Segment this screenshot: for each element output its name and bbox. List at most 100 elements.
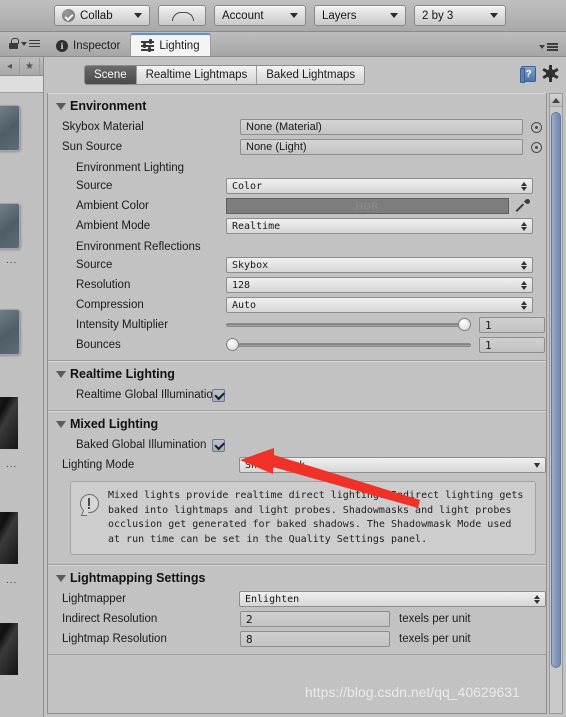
indirect-resolution-input[interactable]: 2 (240, 611, 390, 627)
info-exclamation-icon (80, 494, 99, 516)
slider-track (226, 323, 471, 327)
asset-thumbnail[interactable] (0, 105, 20, 151)
object-picker-icon[interactable] (531, 121, 542, 133)
chevron-down-icon (390, 13, 398, 18)
cloud-button[interactable] (158, 5, 206, 26)
bounces-slider[interactable] (226, 337, 471, 353)
object-picker-icon[interactable] (531, 141, 542, 153)
skybox-material-field[interactable]: None (Material) (240, 119, 523, 135)
panel-tab-strip: i Inspector Lighting (0, 32, 566, 57)
section-lightmapping-settings-title: Lightmapping Settings (70, 571, 206, 585)
slider-knob[interactable] (226, 338, 239, 351)
foldout-triangle-icon (56, 102, 66, 110)
row-skybox-material: Skybox Material None (Material) (48, 117, 546, 137)
section-mixed-lighting-title: Mixed Lighting (70, 417, 159, 431)
reflection-compression-label: Compression (76, 299, 144, 311)
collab-button[interactable]: Collab (54, 5, 150, 26)
unity-editor-window: Collab Account Layers 2 by 3 i Inspector… (0, 0, 566, 717)
eyedropper-icon[interactable] (516, 199, 530, 213)
main-toolbar: Collab Account Layers 2 by 3 (0, 0, 566, 32)
layout-label: 2 by 3 (422, 9, 454, 22)
row-indirect-resolution: Indirect Resolution 2 texels per unit (48, 609, 546, 629)
scrollbar-thumb[interactable] (551, 112, 561, 668)
section-mixed-lighting-header[interactable]: Mixed Lighting (48, 412, 546, 435)
help-icon[interactable]: ? (520, 66, 536, 83)
lightmapper-value: Enlighten (245, 593, 300, 605)
reflection-source-dropdown[interactable]: Skybox (226, 257, 533, 273)
baked-gi-checkbox[interactable] (212, 438, 225, 452)
asset-thumbnail[interactable] (0, 512, 18, 564)
lightmapper-label: Lightmapper (62, 593, 126, 605)
asset-thumbnail[interactable] (0, 203, 20, 249)
chevron-down-icon (490, 13, 498, 18)
row-intensity-multiplier: Intensity Multiplier 1 (48, 315, 546, 335)
tab-realtime-lightmaps[interactable]: Realtime Lightmaps (136, 66, 258, 84)
tab-baked-lightmaps[interactable]: Baked Lightmaps (257, 66, 365, 84)
section-environment-header[interactable]: Environment (48, 94, 546, 117)
reflection-resolution-label: Resolution (76, 279, 131, 291)
account-label: Account (222, 9, 264, 22)
indirect-resolution-suffix: texels per unit (399, 613, 471, 625)
section-lightmapping-settings: Lightmapping Settings Lightmapper Enligh… (48, 565, 546, 655)
reflection-compression-dropdown[interactable]: Auto (226, 297, 533, 313)
favorites-star-icon[interactable]: ★ (20, 57, 40, 75)
updown-arrows-icon (521, 181, 527, 191)
updown-arrows-icon (534, 594, 540, 604)
tab-inspector[interactable]: i Inspector (46, 35, 130, 56)
reflection-resolution-dropdown[interactable]: 128 (226, 277, 533, 293)
sun-source-field[interactable]: None (Light) (240, 139, 523, 155)
ambient-color-swatch[interactable]: HDR (226, 198, 509, 214)
updown-arrows-icon (521, 260, 527, 270)
tab-lighting[interactable]: Lighting (130, 33, 211, 56)
lightmap-mode-tabs: Scene Realtime Lightmaps Baked Lightmaps (84, 65, 366, 85)
bounces-input[interactable]: 1 (479, 337, 545, 353)
layout-button[interactable]: 2 by 3 (414, 5, 506, 26)
updown-arrows-icon (521, 300, 527, 310)
panel-menu-icon[interactable] (21, 39, 40, 48)
asset-thumbnail[interactable] (0, 309, 20, 355)
updown-arrows-icon (521, 280, 527, 290)
intensity-multiplier-label: Intensity Multiplier (76, 319, 169, 331)
realtime-gi-checkbox[interactable] (212, 388, 225, 402)
updown-arrows-icon (521, 221, 527, 231)
tab-scene[interactable]: Scene (85, 66, 137, 84)
gear-icon[interactable] (542, 65, 559, 82)
section-realtime-lighting: Realtime Lighting Realtime Global Illumi… (48, 361, 546, 411)
lightmap-resolution-input[interactable]: 8 (240, 631, 390, 647)
section-realtime-lighting-header[interactable]: Realtime Lighting (48, 362, 546, 385)
project-back-button[interactable]: ◂ (0, 57, 20, 75)
vertical-scrollbar[interactable] (549, 93, 563, 714)
scroll-up-button[interactable] (550, 94, 562, 107)
tabstrip-menu-icon[interactable] (539, 43, 558, 51)
row-lightmapper: Lightmapper Enlighten (48, 589, 546, 609)
layers-button[interactable]: Layers (314, 5, 406, 26)
collab-label: Collab (80, 9, 113, 22)
ambient-color-label: Ambient Color (76, 200, 149, 212)
project-panel-toolbar: ◂ ★ (0, 57, 43, 76)
account-button[interactable]: Account (214, 5, 306, 26)
project-search-bar[interactable] (0, 76, 43, 93)
indirect-resolution-label: Indirect Resolution (62, 613, 158, 625)
section-environment-title: Environment (70, 99, 147, 113)
lock-icon[interactable] (9, 38, 19, 49)
lighting-mode-dropdown[interactable]: Shadowmask (239, 457, 546, 473)
intensity-multiplier-slider[interactable] (226, 317, 471, 333)
asset-thumbnail[interactable] (0, 623, 18, 675)
section-lightmapping-settings-header[interactable]: Lightmapping Settings (48, 566, 546, 589)
intensity-multiplier-input[interactable]: 1 (479, 317, 545, 333)
env-lighting-source-dropdown[interactable]: Color (226, 178, 533, 194)
asset-thumbnail[interactable] (0, 397, 18, 449)
lightmapper-dropdown[interactable]: Enlighten (239, 591, 546, 607)
lighting-mode-label: Lighting Mode (62, 459, 135, 471)
env-lighting-source-label: Source (76, 180, 113, 192)
section-realtime-lighting-title: Realtime Lighting (70, 367, 175, 381)
env-lighting-source-value: Color (232, 180, 263, 192)
tab-lighting-label: Lighting (159, 39, 200, 52)
lighting-window: Scene Realtime Lightmaps Baked Lightmaps… (44, 57, 566, 717)
lighting-window-header: Scene Realtime Lightmaps Baked Lightmaps… (44, 57, 566, 93)
ambient-mode-dropdown[interactable]: Realtime (226, 218, 533, 234)
row-lightmap-resolution: Lightmap Resolution 8 texels per unit (48, 629, 546, 649)
watermark: https://blog.csdn.net/qq_40629631 (305, 684, 520, 700)
environment-reflections-group-label: Environment Reflections (76, 241, 201, 253)
slider-knob[interactable] (458, 318, 471, 331)
